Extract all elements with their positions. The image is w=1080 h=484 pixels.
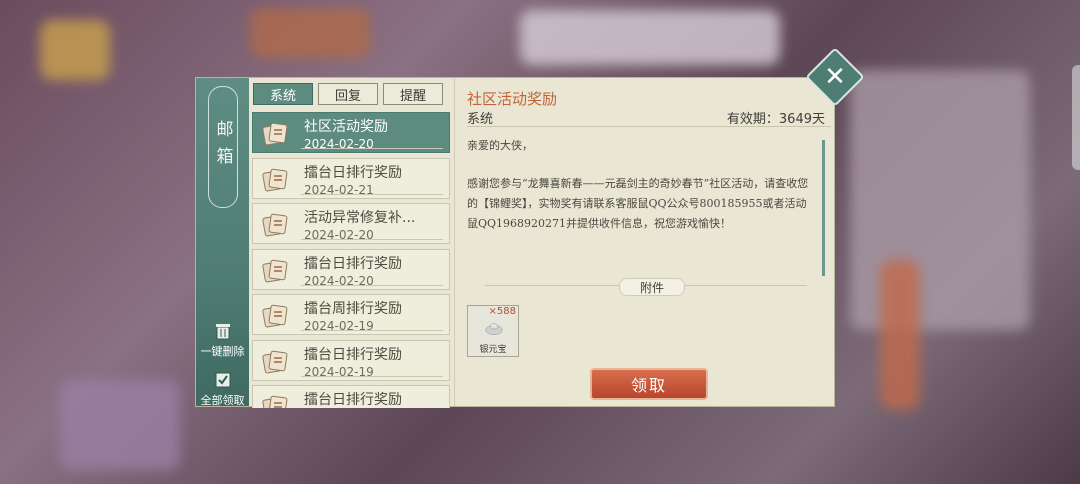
background-decor (880, 260, 920, 410)
item-divider (301, 193, 443, 195)
mail-list-item[interactable]: 擂台日排行奖励 (252, 385, 450, 408)
claim-all-label: 全部领取 (200, 394, 245, 407)
mail-subject: 社区活动奖励 (304, 119, 388, 135)
scrollbar[interactable] (822, 140, 825, 276)
claim-button[interactable]: 领取 (590, 368, 708, 400)
tab-reminder[interactable]: 提醒 (383, 83, 443, 105)
side-handle[interactable] (1072, 65, 1080, 170)
mail-list-item[interactable]: 擂台日排行奖励 2024-02-20 (252, 248, 450, 290)
mail-icon (262, 304, 288, 328)
tab-system[interactable]: 系统 (253, 83, 313, 105)
attachment-label: 附件 (619, 278, 685, 296)
attachment-slot[interactable]: ×588 银元宝 (467, 305, 519, 357)
mail-subject: 擂台周排行奖励 (304, 301, 402, 317)
mail-subject: 擂台日排行奖励 (304, 346, 402, 363)
mail-body: 亲爱的大侠， 感谢您参与“龙舞喜新春——元磊剑主的奇妙春节”社区活动，请查收您的… (467, 136, 812, 234)
background-decor (40, 20, 110, 80)
mail-icon (262, 168, 288, 191)
mail-subject: 擂台日排行奖励 (304, 255, 402, 272)
mail-icon (262, 259, 288, 282)
background-decor (60, 380, 180, 470)
mail-icon (262, 213, 288, 237)
mail-tabs: 系统 回复 提醒 (253, 83, 443, 105)
item-divider (301, 148, 443, 149)
mail-content: 社区活动奖励 系统 有效期：3649天 亲爱的大侠， 感谢您参与“龙舞喜新春——… (454, 78, 837, 406)
mail-list-item[interactable]: 擂台日排行奖励 2024-02-21 (252, 157, 450, 199)
mail-list[interactable]: 社区活动奖励 2024-02-20 擂台日排行奖励 2024-02-21 活动异常修复补… (252, 112, 450, 408)
mail-subject: 擂台日排行奖励 (304, 164, 402, 181)
mail-greeting: 亲爱的大侠， (467, 139, 533, 152)
delete-all-label: 一键删除 (200, 345, 245, 358)
mail-list-item[interactable]: 社区活动奖励 2024-02-20 (252, 112, 450, 153)
close-icon: ✕ (824, 62, 846, 92)
item-divider (301, 330, 443, 331)
item-divider (301, 284, 443, 286)
mail-icon (262, 395, 288, 408)
mail-subject: 擂台日排行奖励 (304, 392, 402, 408)
claim-all-button[interactable]: 全部领取 (196, 370, 249, 408)
mail-sender: 系统 (467, 112, 494, 127)
mailbox-panel: 邮箱 一键删除 全部领取 系统 回复 提醒 社区活动奖励 2024-02-20 擂台… (195, 77, 837, 408)
mail-list-item[interactable]: 活动异常修复补... 2024-02-20 (252, 203, 450, 244)
mail-icon (262, 350, 288, 373)
tab-reply[interactable]: 回复 (318, 83, 378, 105)
background-decor (250, 8, 370, 58)
delete-all-button[interactable]: 一键删除 (196, 321, 249, 359)
trash-icon (215, 324, 230, 340)
mailbox-rail: 邮箱 一键删除 全部领取 (196, 78, 249, 408)
mail-title: 社区活动奖励 (467, 90, 558, 108)
background-decor (850, 70, 1030, 330)
mail-icon (262, 122, 288, 146)
item-divider (301, 375, 443, 377)
mail-list-item[interactable]: 擂台周排行奖励 2024-02-19 (252, 294, 450, 335)
silver-ingot-icon (485, 323, 503, 335)
divider (467, 126, 831, 127)
mail-validity: 有效期：3649天 (726, 112, 825, 127)
mail-subject: 活动异常修复补... (304, 210, 416, 226)
mailbox-title: 邮箱 (208, 86, 238, 208)
attachment-count: ×588 (488, 306, 516, 317)
claim-icon (215, 372, 230, 388)
mail-list-item[interactable]: 擂台日排行奖励 2024-02-19 (252, 339, 450, 381)
mail-text: 感谢您参与“龙舞喜新春——元磊剑主的奇妙春节”社区活动，请查收您的【锦鲤奖】，实… (467, 177, 809, 230)
background-decor (520, 10, 780, 65)
item-divider (301, 239, 443, 240)
attachment-name: 银元宝 (479, 345, 507, 355)
